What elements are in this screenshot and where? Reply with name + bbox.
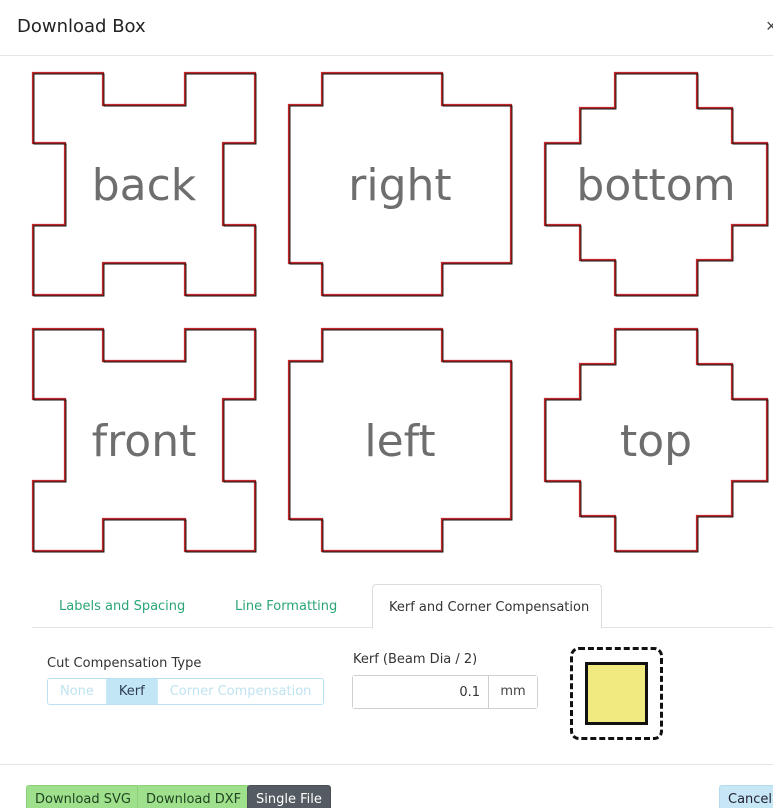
settings-tabs: Labels and Spacing Line Formatting Kerf …	[32, 584, 773, 629]
panel-label: top	[620, 416, 692, 467]
download-svg-button[interactable]: Download SVG	[26, 785, 140, 808]
tab-line-formatting[interactable]: Line Formatting	[219, 584, 353, 628]
panel-label: front	[92, 416, 197, 467]
option-corner-compensation[interactable]: Corner Compensation	[157, 679, 324, 704]
dialog-title: Download Box	[17, 16, 146, 37]
cut-compensation-selector: None Kerf Corner Compensation	[47, 678, 325, 705]
close-icon[interactable]: ×	[766, 16, 773, 37]
kerf-input-group: mm	[352, 675, 538, 709]
download-dxf-button[interactable]: Download DXF	[137, 785, 251, 808]
panel-label: bottom	[576, 160, 735, 211]
panel-label: right	[348, 160, 451, 211]
kerf-preview-square	[585, 662, 648, 725]
kerf-unit: mm	[488, 676, 537, 708]
kerf-input[interactable]	[353, 676, 488, 708]
dialog-header: Download Box ×	[0, 0, 773, 56]
panel-preview: back right bottom front left top	[0, 57, 773, 577]
option-none[interactable]: None	[48, 679, 107, 704]
panel-left: left	[287, 327, 513, 553]
cancel-button[interactable]: Cancel	[719, 785, 773, 808]
panel-label: left	[364, 416, 435, 467]
single-file-button[interactable]: Single File	[247, 785, 331, 808]
panel-preview-canvas: back right bottom front left top	[31, 71, 769, 553]
panel-bottom: bottom	[543, 71, 769, 297]
panel-label: back	[92, 160, 197, 211]
cut-compensation-label: Cut Compensation Type	[47, 656, 202, 671]
panel-right: right	[287, 71, 513, 297]
option-kerf[interactable]: Kerf	[106, 679, 158, 704]
tab-labels-and-spacing[interactable]: Labels and Spacing	[43, 584, 201, 628]
panel-top: top	[543, 327, 769, 553]
kerf-label: Kerf (Beam Dia / 2)	[353, 652, 478, 667]
tab-kerf-and-corner-compensation[interactable]: Kerf and Corner Compensation	[372, 584, 602, 629]
panel-back: back	[31, 71, 257, 297]
panel-front: front	[31, 327, 257, 553]
kerf-preview-swatch	[570, 647, 663, 740]
